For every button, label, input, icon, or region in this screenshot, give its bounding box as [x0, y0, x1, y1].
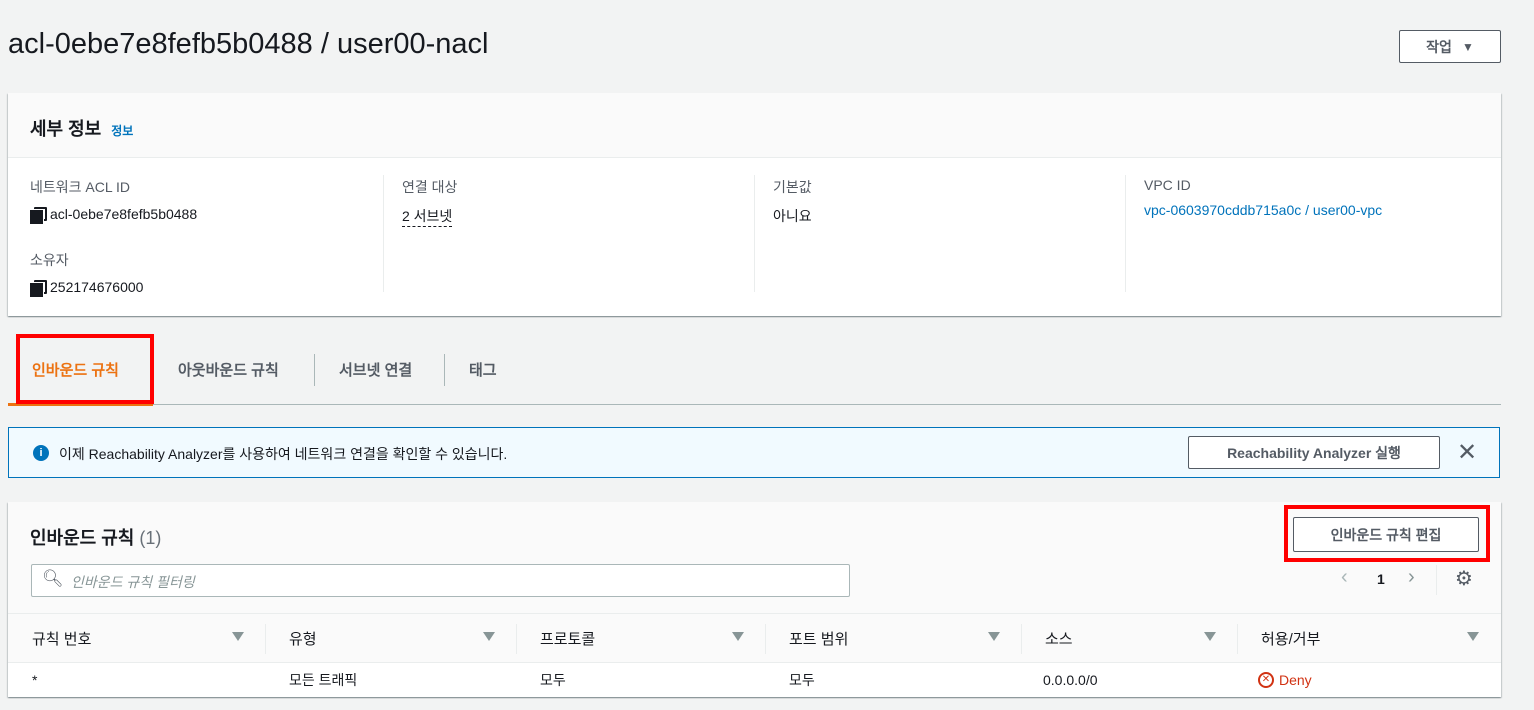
rules-title: 인바운드 규칙: [30, 528, 135, 548]
rule-action: ✕ Deny: [1258, 662, 1312, 697]
sort-icon[interactable]: [732, 632, 744, 641]
tab-bar: 인바운드 규칙 아웃바운드 규칙 서브넷 연결 태그: [8, 335, 1501, 406]
rule-number: *: [32, 671, 38, 688]
default-label: 기본값: [773, 179, 812, 195]
filter-placeholder: 인바운드 규칙 필터링: [71, 574, 195, 590]
sort-icon[interactable]: [232, 632, 244, 641]
sort-icon[interactable]: [988, 632, 1000, 641]
acl-id-value: acl-0ebe7e8fefb5b0488: [50, 206, 198, 222]
caret-down-icon: ▼: [1461, 39, 1474, 54]
details-panel: 세부 정보 정보 네트워크 ACL ID acl-0ebe7e8fefb5b048…: [8, 93, 1501, 316]
vpc-label: VPC ID: [1144, 177, 1191, 193]
highlight-box: [1284, 505, 1490, 562]
copy-icon[interactable]: [30, 280, 47, 297]
chevron-right-icon[interactable]: ›: [1408, 566, 1415, 589]
page-number[interactable]: 1: [1377, 571, 1385, 587]
actions-label: 작업: [1426, 38, 1452, 55]
filter-input[interactable]: 🔍︎ 인바운드 규칙 필터링: [31, 564, 850, 597]
close-icon[interactable]: ✕: [1457, 438, 1477, 467]
info-icon: i: [33, 445, 49, 461]
banner-text: 이제 Reachability Analyzer를 사용하여 네트워크 연결을 …: [59, 446, 508, 462]
vpc-link[interactable]: vpc-0603970cddb715a0c / user00-vpc: [1144, 202, 1382, 218]
column-header[interactable]: 소스: [1045, 614, 1073, 662]
owner-value: 252174676000: [50, 279, 144, 295]
chevron-left-icon[interactable]: ‹: [1341, 566, 1348, 589]
assoc-label: 연결 대상: [402, 179, 458, 195]
rule-protocol: 모두: [540, 671, 566, 688]
inbound-rules-panel: 인바운드 규칙 (1) 인바운드 규칙 편집 🔍︎ 인바운드 규칙 필터링 ‹ …: [8, 502, 1501, 697]
tab-tags[interactable]: 태그: [469, 335, 497, 404]
deny-label: Deny: [1279, 671, 1312, 688]
deny-icon: ✕: [1258, 671, 1274, 688]
rule-port-range: 모두: [789, 671, 815, 688]
tab-subnet-associations[interactable]: 서브넷 연결: [339, 335, 412, 404]
rule-type: 모든 트래픽: [289, 671, 358, 688]
details-title: 세부 정보: [30, 119, 102, 139]
default-value: 아니요: [773, 208, 812, 224]
copy-icon[interactable]: [30, 207, 47, 224]
rules-count: (1): [139, 528, 162, 548]
info-link[interactable]: 정보: [111, 122, 133, 139]
actions-dropdown[interactable]: 작업 ▼: [1399, 30, 1501, 63]
column-header[interactable]: 규칙 번호: [32, 614, 91, 662]
info-banner: i 이제 Reachability Analyzer를 사용하여 네트워크 연결…: [8, 427, 1500, 478]
tab-outbound-rules[interactable]: 아웃바운드 규칙: [178, 335, 279, 404]
sort-icon[interactable]: [1467, 632, 1479, 641]
highlight-box: [16, 334, 154, 404]
column-header[interactable]: 허용/거부: [1261, 614, 1320, 662]
sort-icon[interactable]: [1204, 632, 1216, 641]
reachability-analyzer-button[interactable]: Reachability Analyzer 실행: [1188, 436, 1440, 469]
search-icon: 🔍︎: [42, 569, 64, 588]
assoc-value[interactable]: 2 서브넷: [402, 206, 453, 227]
page-title: acl-0ebe7e8fefb5b0488 / user00-nacl: [8, 28, 489, 60]
acl-id-label: 네트워크 ACL ID: [30, 179, 131, 195]
rule-source: 0.0.0.0/0: [1043, 671, 1098, 688]
owner-label: 소유자: [30, 252, 69, 268]
sort-icon[interactable]: [483, 632, 495, 641]
column-header[interactable]: 포트 범위: [789, 614, 848, 662]
column-header[interactable]: 유형: [289, 614, 317, 662]
column-header[interactable]: 프로토콜: [540, 614, 595, 662]
gear-icon[interactable]: ⚙: [1455, 566, 1473, 591]
